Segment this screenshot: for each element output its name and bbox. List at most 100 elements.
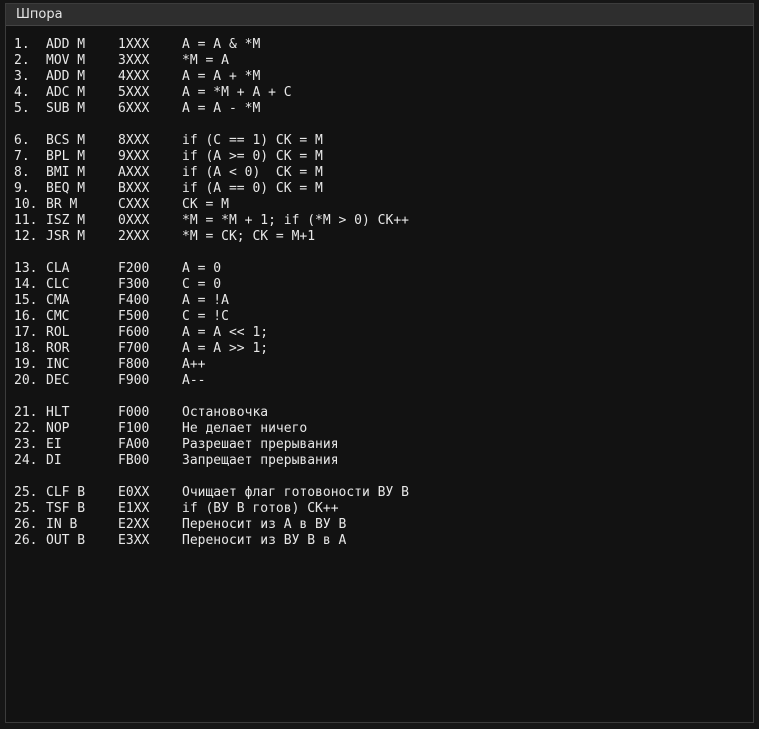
instruction-row: 26. OUT B E3XX Переносит из ВУ B в A (14, 533, 753, 549)
instruction-number: 10. (14, 197, 38, 212)
instruction-description: A = A >> 1; (182, 341, 269, 356)
instruction-mnemonic: HLT (46, 405, 70, 420)
instruction-group: 13. CLA F200 A = 0 14. CLC F300 C = 0 15. CMA F400… (14, 261, 753, 389)
instruction-description: A = A << 1; (182, 325, 269, 340)
instruction-opcode: E0XX (118, 485, 150, 500)
instruction-opcode: 4XXX (118, 69, 150, 84)
instruction-opcode: AXXX (118, 165, 150, 180)
instruction-opcode: F100 (118, 421, 150, 436)
instruction-row: 1. ADD M 1XXX A = A & *M (14, 37, 753, 53)
instruction-description: if (C == 1) CK = M (182, 133, 323, 148)
instruction-mnemonic: CLF B (46, 485, 86, 500)
instruction-opcode: F500 (118, 309, 150, 324)
instruction-opcode: FB00 (118, 453, 150, 468)
instruction-mnemonic: DEC (46, 373, 70, 388)
instruction-description: Запрещает прерывания (182, 453, 339, 468)
instruction-opcode: 9XXX (118, 149, 150, 164)
instruction-row: 15. CMA F400 A = !A (14, 293, 753, 309)
instruction-number: 9. (14, 181, 30, 196)
instruction-opcode: F300 (118, 277, 150, 292)
instruction-description: if (A >= 0) CK = M (182, 149, 323, 164)
instruction-mnemonic: OUT B (46, 533, 86, 548)
instruction-row: 26. IN B E2XX Переносит из A в ВУ B (14, 517, 753, 533)
instruction-mnemonic: ROL (46, 325, 70, 340)
instruction-mnemonic: ADC M (46, 85, 86, 100)
instruction-mnemonic: IN B (46, 517, 78, 532)
instruction-row: 4. ADC M 5XXX A = *M + A + C (14, 85, 753, 101)
instruction-mnemonic: BCS M (46, 133, 86, 148)
instruction-description: Переносит из ВУ B в A (182, 533, 347, 548)
instruction-group: 6. BCS M 8XXX if (C == 1) CK = M 7. BPL M 9XXX… (14, 133, 753, 245)
instruction-row: 13. CLA F200 A = 0 (14, 261, 753, 277)
instruction-description: *M = CK; CK = M+1 (182, 229, 316, 244)
instruction-description: A = A - *M (182, 101, 261, 116)
instruction-description: A-- (182, 373, 206, 388)
instruction-row: 25. TSF B E1XX if (ВУ B готов) CK++ (14, 501, 753, 517)
instruction-mnemonic: CLC (46, 277, 70, 292)
instruction-opcode: F200 (118, 261, 150, 276)
window-titlebar[interactable]: Шпора (6, 4, 753, 26)
instruction-opcode: BXXX (118, 181, 150, 196)
instruction-opcode: FA00 (118, 437, 150, 452)
instruction-number: 4. (14, 85, 30, 100)
instruction-number: 8. (14, 165, 30, 180)
instruction-row: 17. ROL F600 A = A << 1; (14, 325, 753, 341)
instruction-mnemonic: JSR M (46, 229, 86, 244)
instruction-mnemonic: BMI M (46, 165, 86, 180)
instruction-description: Не делает ничего (182, 421, 308, 436)
instruction-number: 2. (14, 53, 30, 68)
instruction-description: A++ (182, 357, 206, 372)
instruction-mnemonic: CLA (46, 261, 70, 276)
instruction-opcode: F800 (118, 357, 150, 372)
instruction-opcode: E2XX (118, 517, 150, 532)
instruction-row: 18. ROR F700 A = A >> 1; (14, 341, 753, 357)
instruction-opcode: F600 (118, 325, 150, 340)
instruction-row: 9. BEQ M BXXX if (A == 0) CK = M (14, 181, 753, 197)
instruction-number: 5. (14, 101, 30, 116)
instruction-row: 24. DI FB00 Запрещает прерывания (14, 453, 753, 469)
instruction-description: if (ВУ B готов) CK++ (182, 501, 339, 516)
instruction-description: Переносит из A в ВУ B (182, 517, 347, 532)
instruction-row: 6. BCS M 8XXX if (C == 1) CK = M (14, 133, 753, 149)
instruction-opcode: E3XX (118, 533, 150, 548)
instruction-mnemonic: TSF B (46, 501, 86, 516)
instruction-opcode: F400 (118, 293, 150, 308)
instruction-opcode: F000 (118, 405, 150, 420)
instruction-description: A = A + *M (182, 69, 261, 84)
instruction-mnemonic: ADD M (46, 69, 86, 84)
instruction-number: 7. (14, 149, 30, 164)
instruction-list: 1. ADD M 1XXX A = A & *M 2. MOV M 3XXX *M = A 3.… (6, 26, 753, 549)
instruction-description: A = 0 (182, 261, 222, 276)
instruction-opcode: F700 (118, 341, 150, 356)
instruction-opcode: 5XXX (118, 85, 150, 100)
instruction-description: A = A & *M (182, 37, 261, 52)
instruction-mnemonic: ADD M (46, 37, 86, 52)
instruction-description: A = !A (182, 293, 229, 308)
instruction-opcode: 1XXX (118, 37, 150, 52)
instruction-row: 2. MOV M 3XXX *M = A (14, 53, 753, 69)
instruction-description: Разрешает прерывания (182, 437, 339, 452)
instruction-description: Остановочка (182, 405, 269, 420)
instruction-row: 10. BR M CXXX CK = M (14, 197, 753, 213)
instruction-mnemonic: INC (46, 357, 70, 372)
instruction-row: 3. ADD M 4XXX A = A + *M (14, 69, 753, 85)
instruction-row: 20. DEC F900 A-- (14, 373, 753, 389)
instruction-number: 17. (14, 325, 38, 340)
instruction-number: 23. (14, 437, 38, 452)
instruction-number: 25. (14, 485, 38, 500)
cheatsheet-window: Шпора 1. ADD M 1XXX A = A & *M 2. MOV M 3XXX *M… (5, 3, 754, 723)
instruction-number: 6. (14, 133, 30, 148)
instruction-mnemonic: SUB M (46, 101, 86, 116)
instruction-row: 11. ISZ M 0XXX *M = *M + 1; if (*M > 0) CK+… (14, 213, 753, 229)
instruction-row: 5. SUB M 6XXX A = A - *M (14, 101, 753, 117)
instruction-group: 25. CLF B E0XX Очищает флаг готовоности ВУ … (14, 485, 753, 549)
instruction-mnemonic: BEQ M (46, 181, 86, 196)
instruction-number: 25. (14, 501, 38, 516)
instruction-description: C = 0 (182, 277, 222, 292)
instruction-opcode: CXXX (118, 197, 150, 212)
instruction-number: 19. (14, 357, 38, 372)
instruction-mnemonic: ROR (46, 341, 70, 356)
instruction-number: 24. (14, 453, 38, 468)
instruction-opcode: E1XX (118, 501, 150, 516)
instruction-number: 26. (14, 517, 38, 532)
